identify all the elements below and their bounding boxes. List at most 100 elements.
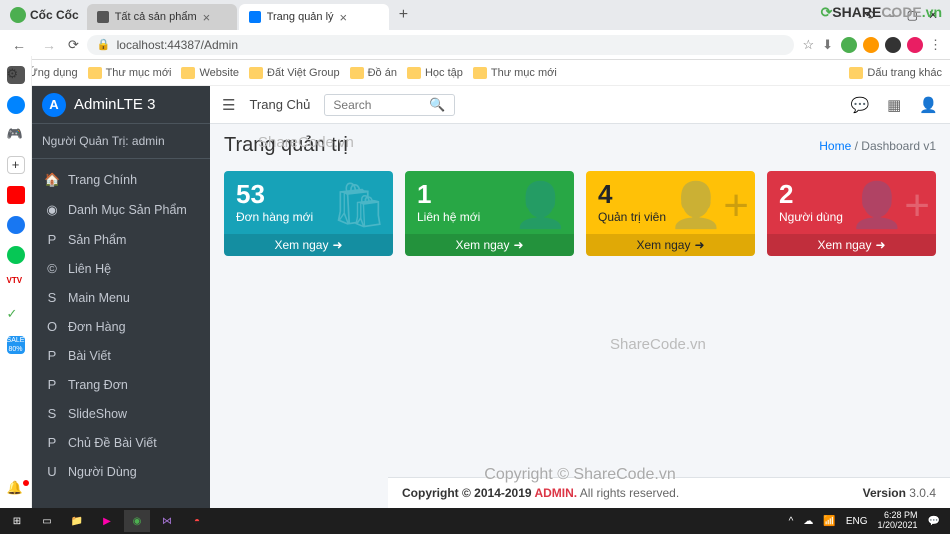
sidebar-item-home[interactable]: 🏠Trang Chính xyxy=(32,165,210,195)
rail-youtube-icon[interactable] xyxy=(7,186,25,204)
rail-messenger-icon[interactable] xyxy=(7,96,25,114)
search-box[interactable]: 🔍 xyxy=(324,94,454,116)
order-icon: O xyxy=(44,319,60,334)
sidebar-item-order[interactable]: OĐơn Hàng xyxy=(32,312,210,341)
close-icon[interactable]: × xyxy=(340,10,348,25)
url-text: localhost:44387/Admin xyxy=(117,38,238,52)
menu-icon[interactable]: ⋮ xyxy=(929,37,942,53)
breadcrumb-current: Dashboard v1 xyxy=(861,139,936,153)
sidebar-menu: 🏠Trang Chính ◉Danh Mục Sản Phẩm PSản Phẩ… xyxy=(32,159,210,508)
chat-icon[interactable]: 💬 xyxy=(850,96,869,114)
user-plus-icon: 👤+ xyxy=(850,179,930,231)
bookmark-folder[interactable]: Đồ án xyxy=(350,67,397,79)
grid-icon[interactable]: ▦ xyxy=(887,96,901,114)
extension-icons: ⋮ xyxy=(841,37,942,53)
card-link[interactable]: Xem ngay➜ xyxy=(224,234,393,256)
folder-icon xyxy=(849,67,863,79)
stat-cards: 53 Đơn hàng mới 🛍 Xem ngay➜ 1 Liên hệ mớ… xyxy=(210,167,950,260)
cloud-icon[interactable]: ☁ xyxy=(803,516,813,527)
bookmark-folder[interactable]: Học tập xyxy=(407,67,463,79)
bookmark-folder[interactable]: Đất Việt Group xyxy=(249,67,340,79)
start-button[interactable]: ⊞ xyxy=(4,510,30,532)
card-contacts: 1 Liên hệ mới 👤 Xem ngay➜ xyxy=(405,171,574,256)
rail-line-icon[interactable] xyxy=(7,246,25,264)
page-icon: P xyxy=(44,377,60,392)
bookmark-folder[interactable]: Thư mục mới xyxy=(88,67,172,79)
card-link[interactable]: Xem ngay➜ xyxy=(767,234,936,256)
sidebar-item-page[interactable]: PTrang Đơn xyxy=(32,370,210,399)
slideshow-icon: S xyxy=(44,406,60,421)
back-button[interactable]: ← xyxy=(8,37,30,53)
extension-sidebar: ⚙ 🎮 + VTV ✓ SALE 80% 🔔 xyxy=(0,56,32,508)
burger-icon[interactable]: ☰ xyxy=(222,96,235,114)
close-icon[interactable]: × xyxy=(203,10,211,25)
reload-button[interactable]: ⟳ xyxy=(68,37,79,53)
search-icon[interactable]: 🔍 xyxy=(429,97,445,113)
topbar-home-link[interactable]: Trang Chủ xyxy=(249,97,310,112)
rail-facebook-icon[interactable] xyxy=(7,216,25,234)
forward-button[interactable]: → xyxy=(38,37,60,53)
lock-icon: 🔒 xyxy=(97,38,111,51)
card-link[interactable]: Xem ngay➜ xyxy=(586,234,755,256)
sharecode-watermark: ⟳SHARECODE.vn xyxy=(821,4,942,21)
clock[interactable]: 6:28 PM 1/20/2021 xyxy=(878,511,918,531)
new-tab-button[interactable]: + xyxy=(391,6,416,24)
rail-settings-icon[interactable]: ⚙ xyxy=(7,66,25,84)
tab-products[interactable]: Tất cả sản phẩm × xyxy=(87,4,237,30)
category-icon: ◉ xyxy=(44,202,60,218)
media-icon[interactable]: ▶ xyxy=(94,510,120,532)
page-title: Trang quản trị xyxy=(224,134,348,157)
sidebar-item-topic[interactable]: PChủ Đề Bài Viết xyxy=(32,428,210,457)
sidebar-item-mainmenu[interactable]: SMain Menu xyxy=(32,283,210,312)
tab-admin[interactable]: Trang quản lý × xyxy=(239,4,389,30)
rail-vtv-icon[interactable]: VTV xyxy=(7,276,25,294)
rail-bell-icon[interactable]: 🔔 xyxy=(7,480,25,498)
browser-brand: Cốc Cốc xyxy=(4,7,85,23)
address-bar-row: ← → ⟳ 🔒 localhost:44387/Admin ☆ ⬇ ⋮ xyxy=(0,30,950,60)
notification-icon[interactable]: 💬 xyxy=(928,516,940,527)
tray-up-icon[interactable]: ^ xyxy=(789,516,794,527)
explorer-icon[interactable]: 📁 xyxy=(64,510,90,532)
ext-icon-1[interactable] xyxy=(841,37,857,53)
ext-icon-2[interactable] xyxy=(863,37,879,53)
taskview-icon[interactable]: ▭ xyxy=(34,510,60,532)
sidebar-brand[interactable]: A AdminLTE 3 xyxy=(32,86,210,124)
profile-icon[interactable]: 👤 xyxy=(919,96,938,114)
breadcrumb-home[interactable]: Home xyxy=(819,139,851,153)
lang-indicator[interactable]: ENG xyxy=(846,516,868,527)
brand-logo-icon: A xyxy=(42,93,66,117)
download-icon[interactable]: ⬇ xyxy=(822,37,833,53)
other-bookmarks[interactable]: Dấu trang khác xyxy=(849,67,942,79)
app-icon[interactable]: ◓ xyxy=(184,510,210,532)
address-bar[interactable]: 🔒 localhost:44387/Admin xyxy=(87,35,795,55)
system-tray: ^ ☁ 📶 ENG 6:28 PM 1/20/2021 💬 xyxy=(789,511,946,531)
rail-sale-icon[interactable]: SALE 80% xyxy=(7,336,25,354)
sidebar-item-post[interactable]: PBài Viết xyxy=(32,341,210,370)
card-admins: 4 Quản trị viên 👤+ Xem ngay➜ xyxy=(586,171,755,256)
browser-brand-text: Cốc Cốc xyxy=(30,8,79,22)
star-icon[interactable]: ☆ xyxy=(802,37,814,53)
sidebar-item-slideshow[interactable]: SSlideShow xyxy=(32,399,210,428)
bookmark-folder[interactable]: Website xyxy=(181,67,239,79)
sidebar-item-user[interactable]: UNgười Dùng xyxy=(32,457,210,486)
sidebar-item-product[interactable]: PSản Phẩm xyxy=(32,225,210,254)
sidebar-item-category[interactable]: ◉Danh Mục Sản Phẩm xyxy=(32,195,210,225)
windows-taskbar: ⊞ ▭ 📁 ▶ ◉ ⋈ ◓ ^ ☁ 📶 ENG 6:28 PM 1/20/202… xyxy=(0,508,950,534)
sidebar-item-contact[interactable]: ©Liên Hệ xyxy=(32,254,210,283)
breadcrumb: Home / Dashboard v1 xyxy=(819,139,936,153)
wifi-icon[interactable]: 📶 xyxy=(823,516,835,527)
rail-add-icon[interactable]: + xyxy=(7,156,25,174)
search-input[interactable] xyxy=(333,98,423,112)
post-icon: P xyxy=(44,348,60,363)
rail-game-icon[interactable]: 🎮 xyxy=(7,126,25,144)
ext-icon-4[interactable] xyxy=(907,37,923,53)
card-link[interactable]: Xem ngay➜ xyxy=(405,234,574,256)
ext-icon-3[interactable] xyxy=(885,37,901,53)
vs-icon[interactable]: ⋈ xyxy=(154,510,180,532)
bookmark-apps[interactable]: Ứng dụng xyxy=(28,67,77,79)
bookmark-folder[interactable]: Thư mục mới xyxy=(473,67,557,79)
user-icon: 👤 xyxy=(513,179,568,231)
folder-icon xyxy=(88,67,102,79)
coccoc-taskbar-icon[interactable]: ◉ xyxy=(124,510,150,532)
rail-check-icon[interactable]: ✓ xyxy=(7,306,25,324)
